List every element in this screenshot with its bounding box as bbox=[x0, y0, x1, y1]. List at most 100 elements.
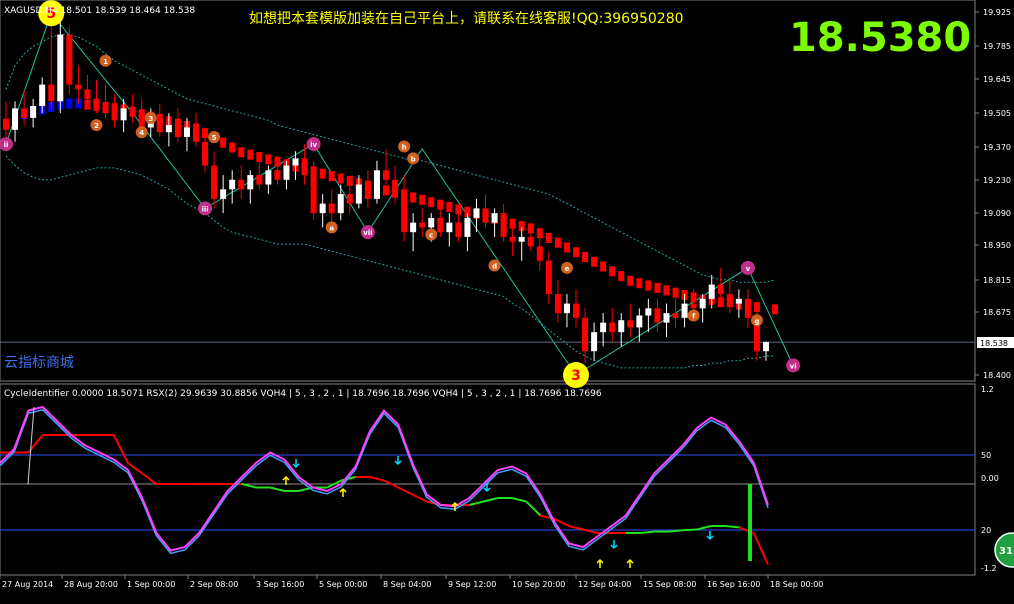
ma-segment bbox=[654, 282, 661, 293]
candle-body bbox=[419, 222, 426, 228]
big-price: 18.5380 bbox=[789, 15, 971, 61]
candle-body bbox=[93, 98, 100, 104]
vq-segment bbox=[568, 525, 584, 531]
wave-marker[interactable]: b bbox=[407, 152, 420, 165]
candle-body bbox=[401, 189, 408, 233]
candle-body bbox=[102, 103, 109, 114]
wave-marker-label: b bbox=[411, 155, 416, 163]
wave-marker-label: vi bbox=[790, 362, 797, 370]
candle-body bbox=[763, 342, 769, 352]
ma-segment bbox=[265, 154, 272, 165]
ma-segment bbox=[545, 232, 552, 243]
candle-body bbox=[582, 317, 589, 352]
candle-body bbox=[518, 236, 525, 242]
wave-marker[interactable]: 3 bbox=[563, 362, 589, 388]
y-tick-label: 19.645 bbox=[983, 75, 1011, 84]
wave-marker[interactable]: h bbox=[398, 140, 411, 153]
vq-segment bbox=[112, 434, 129, 464]
candle-body bbox=[383, 170, 389, 180]
vq-segment bbox=[668, 529, 683, 533]
wave-marker[interactable]: f bbox=[687, 309, 700, 322]
candle-body bbox=[509, 236, 516, 242]
up-arrow-icon bbox=[626, 558, 634, 568]
x-tick-label: 8 Sep 04:00 bbox=[383, 580, 431, 589]
vq-segment bbox=[511, 497, 527, 503]
candle-body bbox=[681, 303, 688, 318]
candle-body bbox=[12, 108, 19, 130]
vq-segment bbox=[412, 493, 428, 503]
candle-body bbox=[66, 34, 73, 85]
candle-body bbox=[636, 315, 643, 328]
wave-marker-label: iv bbox=[310, 141, 317, 149]
wave-marker[interactable]: iv bbox=[306, 137, 321, 152]
ma-segment bbox=[410, 192, 417, 203]
wave-marker[interactable]: d bbox=[488, 259, 501, 272]
y-tick-label: 19.230 bbox=[983, 176, 1011, 185]
candle-body bbox=[319, 203, 326, 214]
y-tick-label: 19.370 bbox=[983, 143, 1011, 152]
candle-body bbox=[473, 208, 480, 218]
promo-text: 如想把本套模版加装在自己平台上，请联系在线客服!QQ:396950280 bbox=[249, 10, 684, 27]
candle-body bbox=[464, 217, 471, 237]
candle-body bbox=[373, 170, 380, 199]
x-tick-label: 12 Sep 04:00 bbox=[578, 580, 631, 589]
wave-marker[interactable]: 5 bbox=[208, 130, 221, 143]
ma-segment bbox=[238, 147, 245, 158]
ma-segment bbox=[220, 137, 227, 148]
candle-body bbox=[654, 308, 661, 323]
candle-body bbox=[364, 184, 371, 199]
wave-marker[interactable]: e bbox=[560, 261, 573, 274]
vq-segment bbox=[469, 500, 484, 506]
ma-segment bbox=[536, 228, 543, 239]
sub-y-tick-label: 1.2 bbox=[981, 385, 994, 394]
ma-segment bbox=[636, 278, 643, 289]
candle-body bbox=[455, 222, 462, 237]
candle-body bbox=[491, 213, 498, 223]
ma-segment bbox=[582, 251, 589, 262]
ma-segment bbox=[672, 287, 679, 298]
candle-body bbox=[735, 298, 742, 304]
wave-marker[interactable]: vii bbox=[360, 225, 375, 240]
wave-marker[interactable]: iii bbox=[198, 201, 213, 216]
band-upper-line bbox=[5, 34, 776, 283]
candle-body bbox=[39, 84, 46, 107]
candle-body bbox=[337, 194, 344, 214]
wave-marker[interactable]: 3 bbox=[144, 111, 157, 124]
candle-body bbox=[708, 284, 715, 299]
candle-body bbox=[48, 84, 55, 102]
candle-body bbox=[156, 117, 163, 133]
vq-segment bbox=[241, 483, 257, 489]
x-tick-label: 27 Aug 2014 bbox=[2, 580, 53, 589]
indicator-badge[interactable]: 31 bbox=[994, 532, 1014, 568]
down-arrow-icon bbox=[610, 540, 618, 550]
wave-marker[interactable]: v bbox=[740, 260, 755, 275]
y-tick-label: 19.505 bbox=[983, 109, 1011, 118]
candle-body bbox=[57, 34, 64, 102]
candle-body bbox=[274, 170, 281, 180]
wave-marker[interactable]: g bbox=[750, 314, 763, 327]
candle-body bbox=[554, 294, 561, 314]
candle-body bbox=[183, 127, 190, 137]
x-tick-label: 1 Sep 00:00 bbox=[127, 580, 175, 589]
candle-body bbox=[174, 125, 181, 137]
wave-marker[interactable]: 2 bbox=[90, 119, 103, 132]
ma-segment bbox=[645, 280, 652, 291]
wave-marker[interactable]: a bbox=[325, 221, 338, 234]
candle-body bbox=[328, 203, 335, 214]
wave-marker[interactable]: 1 bbox=[99, 54, 112, 67]
wave-marker[interactable]: vi bbox=[786, 358, 801, 373]
candle-body bbox=[410, 222, 417, 233]
y-tick-label: 18.950 bbox=[983, 241, 1011, 250]
band-lower-line bbox=[5, 155, 775, 369]
indicator-panel[interactable] bbox=[0, 405, 975, 568]
wave-marker[interactable]: 4 bbox=[135, 126, 148, 139]
vq-segment bbox=[397, 486, 413, 496]
x-tick-label: 18 Sep 00:00 bbox=[770, 580, 823, 589]
candle-body bbox=[3, 125, 9, 130]
y-tick-label: 18.815 bbox=[983, 276, 1011, 285]
chart-canvas: 53iiiiiivvvivii12345abcd efgh 19.92519.78… bbox=[0, 0, 1014, 589]
wave-marker[interactable]: ii bbox=[0, 137, 13, 152]
wave-marker[interactable]: c bbox=[425, 228, 438, 241]
down-arrow-icon bbox=[706, 531, 714, 541]
wave-marker-label: 1 bbox=[103, 58, 108, 66]
